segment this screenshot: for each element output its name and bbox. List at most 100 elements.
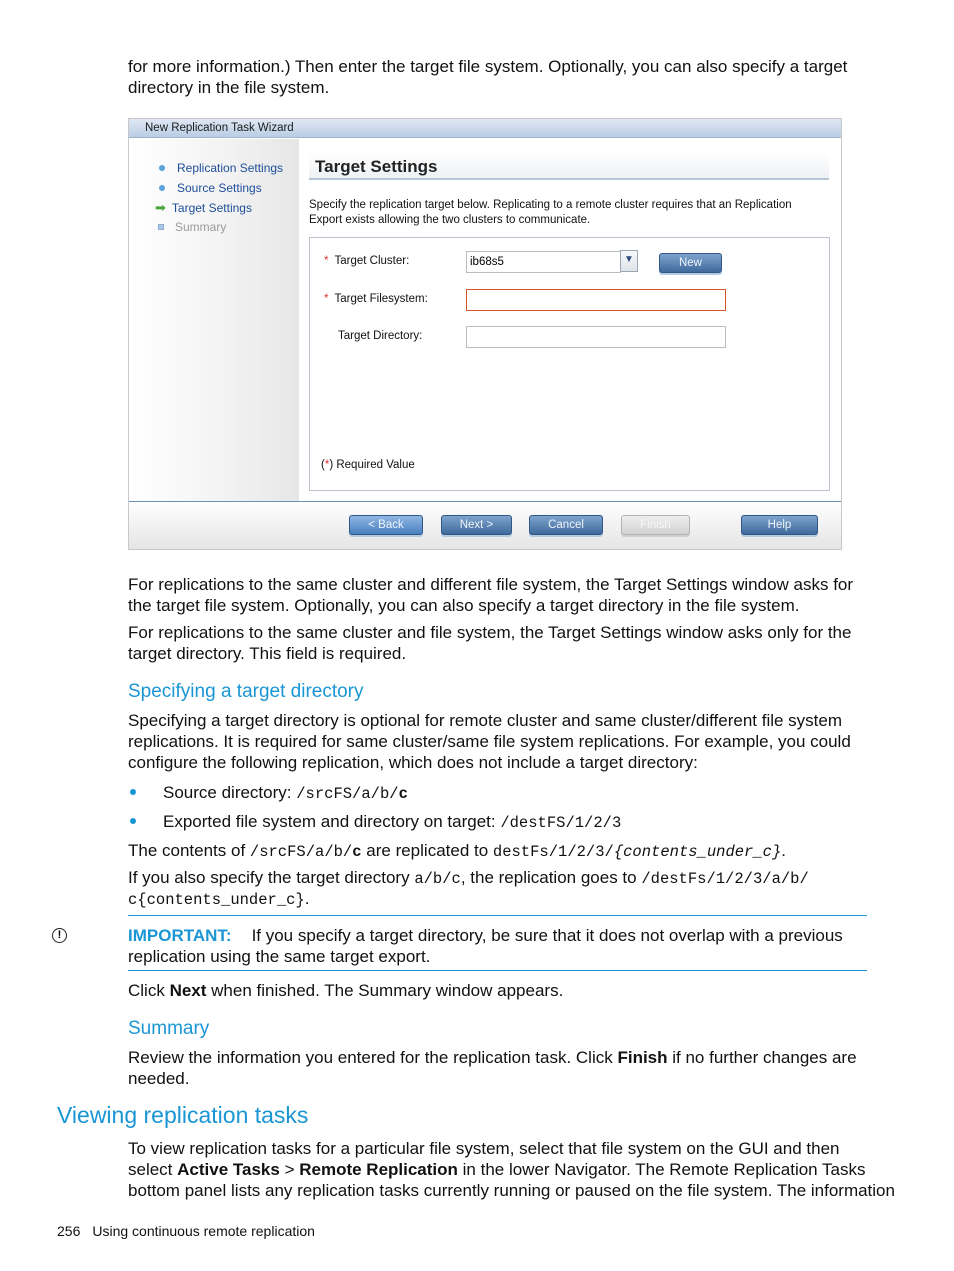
completed-step-icon	[159, 185, 165, 191]
wizard-description-line-1: Specify the replication target below. Re…	[309, 199, 792, 211]
text: when finished. The Summary window appear…	[206, 981, 564, 1000]
text: are replicated to	[361, 841, 493, 860]
code-path: a/b/c	[414, 870, 461, 888]
viewing-line-2: select Active Tasks > Remote Replication…	[128, 1159, 866, 1180]
completed-step-icon	[159, 165, 165, 171]
code-path: destFs/1/2/3/	[492, 843, 614, 861]
label-text: Target Cluster:	[334, 255, 410, 267]
specifying-line-1: Specifying a target directory is optiona…	[128, 711, 843, 730]
paragraph-1-line-1: For replications to the same cluster and…	[128, 575, 854, 594]
intro-line-2: directory in the file system.	[128, 78, 330, 97]
page-footer: 256 Using continuous remote replication	[57, 1223, 315, 1239]
text: >	[279, 1160, 300, 1179]
bullet-exported-filesystem: Exported file system and directory on ta…	[163, 811, 621, 834]
viewing-line-1: To view replication tasks for a particul…	[128, 1139, 840, 1158]
intro-line-1: for more information.) Then enter the ta…	[128, 57, 848, 76]
target-directory-example-cont: c{contents_under_c}.	[128, 888, 309, 911]
text: The contents of	[128, 841, 250, 860]
text-bold: Remote Replication	[299, 1160, 458, 1179]
cancel-button[interactable]: Cancel	[529, 515, 603, 535]
important-text: If you specify a target directory, be su…	[251, 926, 843, 945]
important-bottom-rule	[128, 970, 867, 971]
code-path: /destFs/1/2/3/a/b/	[641, 870, 809, 888]
paragraph-1-line-2: the target file system. Optionally, you …	[128, 596, 800, 615]
help-button[interactable]: Help	[741, 515, 818, 535]
bullet-text: Source directory:	[163, 783, 297, 802]
bullet-icon	[130, 818, 136, 824]
section-heading-specifying-target-directory: Specifying a target directory	[128, 681, 364, 702]
current-step-arrow-icon: ➡	[155, 200, 166, 215]
pending-step-icon	[158, 224, 164, 230]
viewing-line-3: bottom panel lists any replication tasks…	[128, 1181, 895, 1200]
summary-line-1: Review the information you entered for t…	[128, 1047, 857, 1068]
bullet-text: Exported file system and directory on ta…	[163, 812, 501, 831]
wizard-window: New Replication Task Wizard Replication …	[128, 118, 842, 550]
page-number: 256	[57, 1223, 81, 1239]
text: if no further changes are	[667, 1048, 857, 1067]
text: .	[304, 889, 310, 908]
wizard-title-bar: New Replication Task Wizard	[129, 119, 841, 138]
text: in the lower Navigator. The Remote Repli…	[457, 1160, 866, 1179]
nav-item-target-settings[interactable]: ➡ Target Settings	[155, 200, 252, 216]
target-directory-input[interactable]	[466, 326, 726, 348]
text: .	[781, 841, 786, 860]
bullet-icon	[130, 789, 136, 795]
bullet-source-directory: Source directory: /srcFS/a/b/c	[163, 782, 408, 805]
text: Click	[128, 981, 170, 1000]
nav-item-label: Source Settings	[177, 181, 262, 195]
wizard-description-line-2: Export exists allowing the two clusters …	[309, 214, 591, 226]
target-directory-example: If you also specify the target directory…	[128, 867, 868, 890]
important-note-line-2: replication using the same target export…	[128, 947, 431, 966]
wizard-description: Specify the replication target below. Re…	[309, 198, 829, 228]
next-button[interactable]: Next >	[441, 515, 512, 535]
target-filesystem-input[interactable]	[466, 289, 726, 311]
code-path-bold: c	[352, 843, 362, 861]
text-bold: Active Tasks	[177, 1160, 280, 1179]
specifying-line-2: replications. It is required for same cl…	[128, 732, 851, 751]
text: select	[128, 1160, 178, 1179]
text-bold: Finish	[617, 1048, 668, 1067]
target-directory-label: Target Directory:	[338, 330, 423, 342]
important-top-rule	[128, 915, 867, 916]
nav-item-label: Replication Settings	[177, 161, 284, 175]
wizard-button-bar: < Back Next > Cancel Finish Help	[129, 501, 841, 549]
code-path: /destFS/1/2/3	[500, 814, 622, 832]
paragraph-2-line-1: For replications to the same cluster and…	[128, 623, 852, 642]
finish-button: Finish	[621, 515, 690, 535]
section-heading-viewing-replication-tasks: Viewing replication tasks	[57, 1102, 309, 1128]
important-note-line-1: IMPORTANT: If you specify a target direct…	[128, 925, 843, 946]
new-cluster-button[interactable]: New	[659, 253, 722, 273]
chapter-title: Using continuous remote replication	[92, 1223, 315, 1239]
note-text: ) Required Value	[329, 459, 415, 471]
text: If you also specify the target directory	[128, 868, 415, 887]
target-cluster-select[interactable]: ib68s5	[466, 251, 621, 273]
text: , the replication goes to	[460, 868, 642, 887]
nav-item-label: Summary	[175, 220, 227, 234]
nav-item-replication-settings[interactable]: Replication Settings	[157, 161, 283, 175]
target-cluster-label: * Target Cluster:	[324, 255, 409, 267]
required-marker: *	[324, 255, 329, 267]
text-bold: Next	[169, 981, 207, 1000]
important-icon: !	[52, 928, 67, 943]
specifying-line-3: configure the following replication, whi…	[128, 753, 698, 772]
back-button[interactable]: < Back	[349, 515, 423, 535]
wizard-page-title: Target Settings	[309, 152, 829, 180]
required-marker: *	[324, 293, 329, 305]
code-path-bold: c	[398, 785, 408, 803]
chevron-down-icon[interactable]: ▼	[620, 250, 638, 272]
important-label: IMPORTANT:	[128, 926, 232, 945]
summary-line-2: needed.	[128, 1069, 190, 1088]
wizard-step-nav: Replication Settings Source Settings ➡ T…	[129, 139, 299, 501]
label-text: Target Filesystem:	[334, 293, 428, 305]
target-filesystem-label: * Target Filesystem:	[324, 293, 428, 305]
code-path: /srcFS/a/b/	[249, 843, 353, 861]
code-path: c{contents_under_c}	[128, 891, 305, 909]
nav-item-summary: Summary	[157, 220, 226, 234]
contents-replicated-line: The contents of /srcFS/a/b/c are replica…	[128, 840, 786, 863]
required-value-note: (*) Required Value	[321, 459, 415, 471]
nav-item-source-settings[interactable]: Source Settings	[157, 181, 262, 195]
nav-item-label: Target Settings	[171, 201, 252, 215]
code-path: /srcFS/a/b/	[296, 785, 399, 803]
text: Review the information you entered for t…	[128, 1048, 618, 1067]
code-placeholder: {contents_under_c}	[613, 843, 782, 861]
